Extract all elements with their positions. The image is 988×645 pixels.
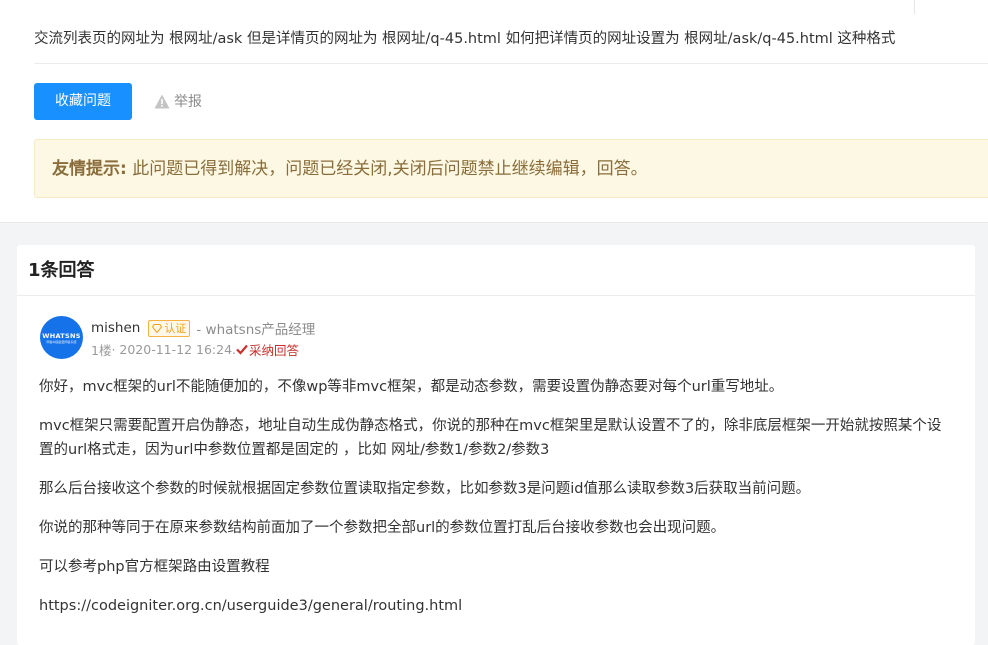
- avatar-subtext: 問答中國最愛問答系統: [46, 339, 77, 344]
- question-panel: 交流列表页的网址为 根网址/ask 但是详情页的网址为 根网址/q-45.htm…: [0, 0, 988, 223]
- report-label: 举报: [174, 94, 202, 110]
- avatar[interactable]: WHATSNS 問答中國最愛問答系統: [40, 316, 83, 359]
- badge-label: 认证: [164, 322, 187, 335]
- check-icon: [236, 344, 248, 355]
- reference-link[interactable]: https://codeigniter.org.cn/userguide3/ge…: [39, 598, 462, 614]
- question-text: 交流列表页的网址为 根网址/ask 但是详情页的网址为 根网址/q-45.htm…: [34, 31, 896, 47]
- notice-text: 此问题已得到解决，问题已经关闭,关闭后问题禁止继续编辑，回答。: [126, 159, 648, 179]
- divider: [34, 63, 988, 64]
- answers-card: 1条回答 WHATSNS 問答中國最愛問答系統 mishen 认证 - what…: [17, 245, 975, 645]
- avatar-text: WHATSNS: [42, 331, 81, 340]
- closed-notice: 友情提示: 此问题已得到解决，问题已经关闭,关闭后问题禁止继续编辑，回答。: [34, 139, 988, 198]
- author-line: mishen 认证 - whatsns产品经理: [91, 319, 316, 338]
- favorite-question-button[interactable]: 收藏问题: [34, 83, 132, 120]
- answer-paragraph: 可以参考php官方框架路由设置教程: [39, 559, 270, 575]
- answer-date: · 2020-11-12 16:24.: [111, 341, 237, 357]
- answer-paragraph: mvc框架只需要配置开启伪静态，地址自动生成伪静态格式，你说的那种在mvc框架里…: [39, 418, 942, 458]
- author-title: - whatsns产品经理: [196, 322, 316, 338]
- verified-badge: 认证: [148, 319, 191, 337]
- warning-icon: [154, 94, 170, 108]
- diamond-icon: [152, 323, 163, 333]
- floor-number: 1楼: [91, 342, 112, 358]
- answers-count-title: 1条回答: [17, 245, 975, 296]
- answer-paragraph: 那么后台接收这个参数的时候就根据固定参数位置读取指定参数，比如参数3是问题id值…: [39, 481, 811, 497]
- answer-meta: 1楼 · 2020-11-12 16:24. 采纳回答: [91, 340, 299, 359]
- adopted-badge: 采纳回答: [236, 340, 299, 359]
- answer-paragraph: 你好，mvc框架的url不能随便加的，不像wp等非mvc框架，都是动态参数，需要…: [39, 379, 784, 395]
- adopted-label: 采纳回答: [249, 342, 300, 358]
- answer-body: 你好，mvc框架的url不能随便加的，不像wp等非mvc框架，都是动态参数，需要…: [39, 375, 954, 633]
- report-link[interactable]: 举报: [154, 91, 202, 111]
- divider: [914, 0, 915, 14]
- answer-paragraph: 你说的那种等同于在原来参数结构前面加了一个参数把全部url的参数位置打乱后台接收…: [39, 520, 726, 536]
- notice-label: 友情提示:: [52, 159, 127, 179]
- author-name[interactable]: mishen: [91, 320, 140, 336]
